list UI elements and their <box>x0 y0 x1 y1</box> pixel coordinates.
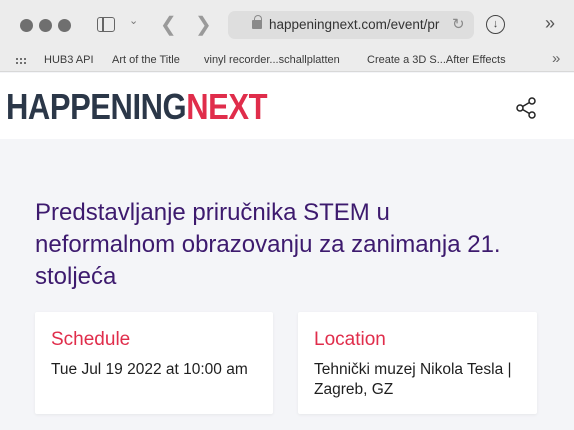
bookmark-create-3d[interactable]: Create a 3D S...After Effects <box>367 54 506 66</box>
location-value[interactable]: Tehnički muzej Nikola Tesla | Zagreb, GZ <box>314 360 524 400</box>
logo-part-happening: HAPPENING <box>6 86 187 127</box>
site-logo[interactable]: HAPPENINGNEXT <box>6 87 267 127</box>
close-window-button[interactable] <box>20 19 33 32</box>
chevron-down-icon[interactable]: ⌄ <box>129 14 138 27</box>
bookmarks-bar: HUB3 API Art of the Title vinyl recorder… <box>0 50 574 72</box>
chevron-double-right-icon[interactable]: » <box>545 13 555 34</box>
site-header: HAPPENINGNEXT <box>0 73 574 139</box>
schedule-heading: Schedule <box>51 329 131 350</box>
share-icon[interactable] <box>514 96 538 120</box>
sidebar-icon[interactable] <box>97 17 115 32</box>
address-bar[interactable]: happeningnext.com/event/pr ↻ <box>228 11 474 39</box>
minimize-window-button[interactable] <box>39 19 52 32</box>
logo-part-next: NEXT <box>186 86 268 127</box>
lock-icon <box>252 15 262 29</box>
maximize-window-button[interactable] <box>58 19 71 32</box>
event-title: Predstavljanje priručnika STEM u neforma… <box>35 199 501 290</box>
forward-arrow-icon[interactable]: ❯ <box>195 12 212 37</box>
bookmark-art-of-the-title[interactable]: Art of the Title <box>112 54 180 66</box>
back-arrow-icon[interactable]: ❮ <box>160 12 177 37</box>
chevron-double-right-icon[interactable]: » <box>552 50 560 67</box>
grid-icon[interactable] <box>15 57 27 65</box>
schedule-card: Schedule Tue Jul 19 2022 at 10:00 am <box>35 312 273 414</box>
location-heading: Location <box>314 329 386 350</box>
bookmark-hub3-api[interactable]: HUB3 API <box>44 54 94 66</box>
reload-icon[interactable]: ↻ <box>452 15 465 33</box>
download-icon[interactable]: ↓ <box>486 15 505 34</box>
location-card: Location Tehnički muzej Nikola Tesla | Z… <box>298 312 537 414</box>
schedule-value: Tue Jul 19 2022 at 10:00 am <box>51 361 248 378</box>
bookmark-vinyl-recorder[interactable]: vinyl recorder...schallplatten <box>204 54 340 66</box>
url-text[interactable]: happeningnext.com/event/pr <box>269 17 445 32</box>
browser-toolbar: ⌄ ❮ ❯ happeningnext.com/event/pr ↻ ↓ » <box>0 0 574 50</box>
